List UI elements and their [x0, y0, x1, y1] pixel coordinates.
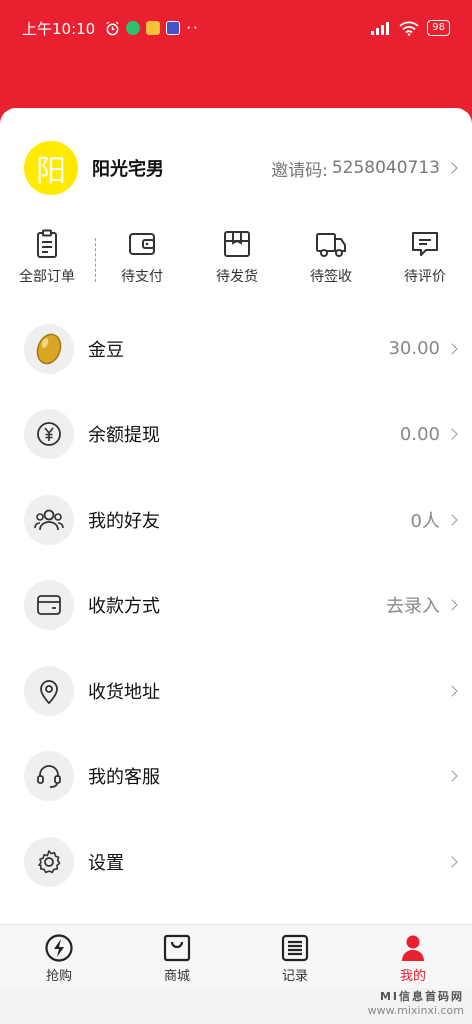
chevron-right-icon — [446, 514, 458, 526]
order-all[interactable]: 全部订单 — [7, 228, 87, 286]
chevron-right-icon — [446, 162, 458, 174]
status-notification-icons: ·· — [105, 19, 200, 37]
list-icon — [281, 934, 309, 962]
tab-mall[interactable]: 商城 — [137, 933, 217, 984]
tab-flash-sale[interactable]: 抢购 — [19, 933, 99, 984]
bag-icon — [163, 934, 191, 962]
lightning-icon — [45, 934, 73, 962]
bean-icon — [36, 333, 62, 365]
chevron-right-icon — [446, 599, 458, 611]
invite-label: 邀请码: — [271, 160, 328, 181]
headset-icon — [37, 765, 61, 789]
shield-app-icon — [126, 21, 141, 35]
alarm-icon — [106, 20, 119, 35]
wallet-icon — [129, 233, 155, 255]
menu-value: 30.00 — [388, 338, 440, 360]
order-all-label: 全部订单 — [19, 269, 75, 285]
tab-label: 记录 — [281, 969, 308, 984]
wifi-icon — [399, 21, 419, 36]
menu-item-customer-service[interactable]: 我的客服 — [0, 734, 472, 820]
tab-records[interactable]: 记录 — [255, 933, 335, 984]
chevron-right-icon — [446, 343, 458, 355]
yen-icon — [37, 422, 61, 447]
menu-value: 0人 — [410, 510, 440, 532]
watermark: MI信息首码网 www.mixinxi.com — [368, 990, 464, 1018]
chevron-right-icon — [446, 428, 458, 440]
menu-label: 余额提现 — [88, 425, 160, 447]
location-icon — [40, 679, 58, 705]
status-bar: 上午10:10 ·· 98 — [0, 0, 472, 56]
order-to-receive-label: 待签收 — [310, 269, 352, 285]
order-shortcuts: 全部订单 待支付 待发货 待签收 待评价 — [0, 228, 472, 292]
invite-code-value: 5258040713 — [331, 158, 440, 178]
box-icon — [224, 231, 250, 257]
signal-icon — [371, 22, 390, 35]
card-icon — [37, 595, 61, 616]
menu-label: 收货地址 — [88, 681, 160, 703]
watermark-main: MI信息首码网 — [379, 990, 464, 1003]
order-divider — [95, 238, 96, 282]
order-to-pay[interactable]: 待支付 — [102, 228, 182, 286]
order-to-review[interactable]: 待评价 — [385, 228, 465, 286]
tab-label: 抢购 — [45, 969, 72, 984]
menu-list: 金豆 30.00 余额提现 0.00 我的好友 0人 收款方式 去录入 收货地址… — [0, 306, 472, 905]
tab-mine[interactable]: 我的 — [373, 933, 453, 984]
clipboard-icon — [37, 229, 57, 258]
menu-label: 我的好友 — [88, 510, 160, 532]
menu-label: 收款方式 — [88, 596, 160, 618]
truck-icon — [316, 233, 346, 257]
tab-label: 商城 — [163, 969, 190, 984]
menu-item-address[interactable]: 收货地址 — [0, 648, 472, 734]
menu-item-withdraw[interactable]: 余额提现 0.00 — [0, 392, 472, 478]
menu-label: 设置 — [88, 852, 124, 874]
menu-value: 0.00 — [399, 423, 440, 445]
avatar[interactable]: 阳 — [24, 141, 78, 195]
status-time: 上午10:10 — [22, 19, 96, 38]
more-notifications-icon: ·· — [186, 19, 200, 37]
profile-card: 阳 阳光宅男 邀请码: 5258040713 全部订单 待支付 待发货 待签收 … — [0, 108, 472, 924]
chevron-right-icon — [446, 770, 458, 782]
comment-icon — [412, 232, 438, 256]
person-icon — [402, 935, 424, 961]
order-to-review-label: 待评价 — [404, 269, 446, 285]
profile-row[interactable]: 阳 阳光宅男 邀请码: 5258040713 — [24, 140, 458, 196]
friends-icon — [34, 509, 64, 530]
menu-value: 去录入 — [386, 596, 440, 618]
battery-indicator: 98 — [427, 20, 450, 36]
watermark-sub: www.mixinxi.com — [367, 1004, 464, 1017]
menu-item-settings[interactable]: 设置 — [0, 819, 472, 905]
app-icon — [166, 21, 181, 35]
menu-item-gold-beans[interactable]: 金豆 30.00 — [0, 306, 472, 392]
order-to-pay-label: 待支付 — [121, 269, 163, 285]
chevron-right-icon — [446, 685, 458, 697]
order-to-receive[interactable]: 待签收 — [291, 228, 371, 286]
bottom-tab-bar: 抢购 商城 记录 我的 — [0, 924, 472, 988]
order-to-ship[interactable]: 待发货 — [197, 228, 277, 286]
invite-code[interactable]: 邀请码: 5258040713 — [271, 156, 458, 181]
menu-item-friends[interactable]: 我的好友 0人 — [0, 477, 472, 563]
menu-label: 我的客服 — [88, 767, 160, 789]
chevron-right-icon — [446, 856, 458, 868]
message-app-icon — [146, 21, 161, 35]
menu-label: 金豆 — [88, 339, 124, 361]
gear-icon — [38, 849, 61, 873]
username: 阳光宅男 — [92, 159, 164, 180]
menu-item-payment-method[interactable]: 收款方式 去录入 — [0, 563, 472, 649]
tab-label: 我的 — [399, 969, 426, 984]
order-to-ship-label: 待发货 — [216, 269, 258, 285]
